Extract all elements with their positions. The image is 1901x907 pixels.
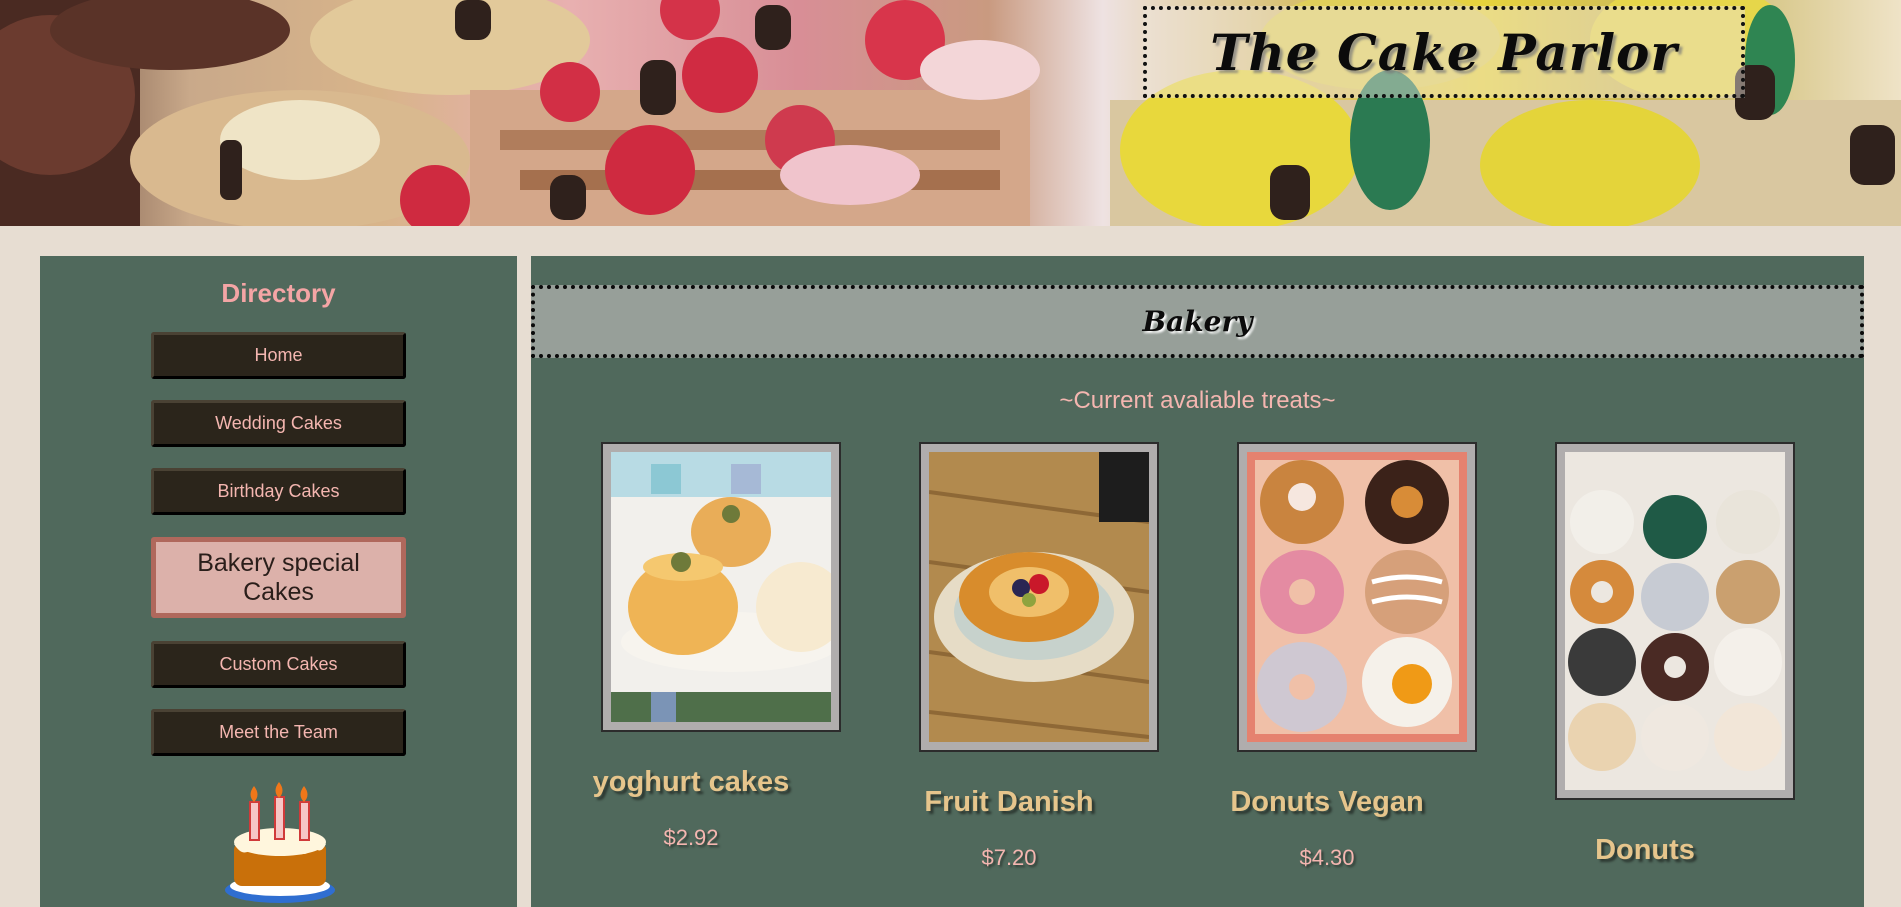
nav-meet-the-team-button[interactable]: Meet the Team: [151, 709, 406, 756]
product-name: yoghurt cakes: [592, 766, 790, 798]
yoghurt-cakes-image: [611, 452, 831, 722]
nav-birthday-cakes-button[interactable]: Birthday Cakes: [151, 468, 406, 515]
product-price: $2.92: [663, 825, 719, 850]
donuts-image: [1565, 452, 1785, 790]
product-price: $7.20: [981, 845, 1037, 870]
header-banner: The Cake Parlor: [0, 0, 1901, 226]
donuts-vegan-image: [1247, 452, 1467, 742]
product-name: Donuts: [1595, 834, 1695, 866]
fruit-danish-image: [929, 452, 1149, 742]
section-subtitle: ~Current avaliable treats~: [1059, 387, 1336, 414]
nav-bakery-special-cakes-button[interactable]: Bakery special Cakes: [151, 537, 406, 618]
nav-custom-cakes-button[interactable]: Custom Cakes: [151, 641, 406, 688]
directory-title: Directory: [221, 278, 336, 308]
product-name: Donuts Vegan: [1230, 786, 1424, 818]
section-header: Bakery: [531, 285, 1864, 358]
product-price: $4.30: [1299, 845, 1355, 870]
site-title-box: The Cake Parlor: [1143, 6, 1745, 98]
product-photo[interactable]: [1237, 442, 1477, 752]
product-name: Fruit Danish: [924, 786, 1094, 818]
site-title: The Cake Parlor: [1210, 22, 1678, 82]
main-content: Bakery ~Current avaliable treats~ yoghur…: [531, 256, 1864, 907]
nav-home-button[interactable]: Home: [151, 332, 406, 379]
product-photo[interactable]: [919, 442, 1159, 752]
sidebar-directory: Directory Home Wedding Cakes Birthday Ca…: [40, 256, 517, 907]
product-photo[interactable]: [601, 442, 841, 732]
birthday-cake-icon: [225, 782, 335, 903]
nav-wedding-cakes-button[interactable]: Wedding Cakes: [151, 400, 406, 447]
section-title: Bakery: [1142, 305, 1253, 338]
product-photo[interactable]: [1555, 442, 1795, 800]
